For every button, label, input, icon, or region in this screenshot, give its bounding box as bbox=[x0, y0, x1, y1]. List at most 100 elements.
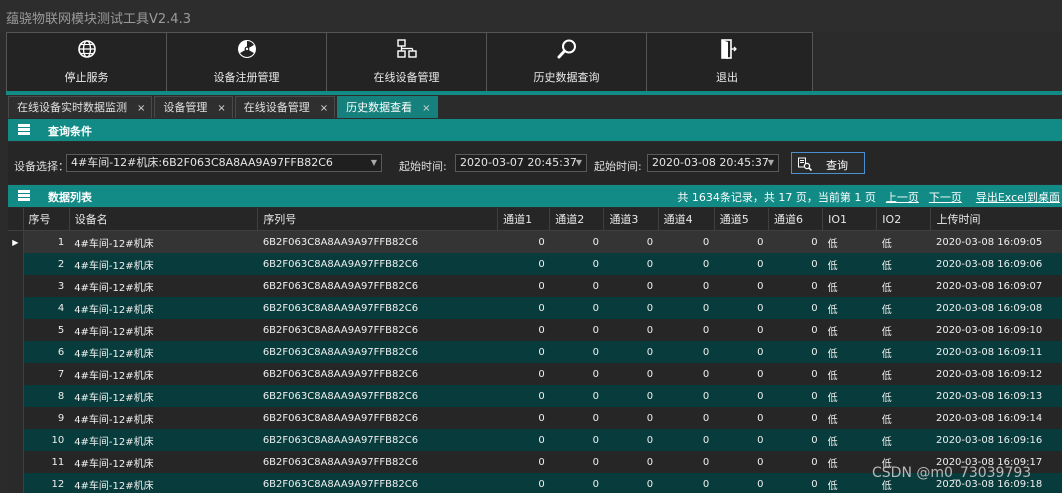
close-icon[interactable]: × bbox=[137, 103, 145, 114]
table-cell: 0 bbox=[497, 275, 550, 297]
table-cell: 6B2F063C8A8AA9A97FFB82C6 bbox=[257, 385, 498, 407]
row-header[interactable] bbox=[8, 451, 24, 473]
tab-history-view[interactable]: 历史数据查看 × bbox=[337, 96, 438, 118]
table-row[interactable]: 2 4#车间-12#机床 6B2F063C8A8AA9A97FFB82C6 0 0 0 0 0… bbox=[8, 253, 1062, 275]
table-cell: 0 bbox=[603, 297, 659, 319]
table-row[interactable]: 9 4#车间-12#机床 6B2F063C8A8AA9A97FFB82C6 0 0 0 0 0… bbox=[8, 407, 1062, 429]
table-cell: 0 bbox=[768, 451, 823, 473]
column-header[interactable]: 通道1 bbox=[497, 208, 551, 231]
table-cell: 10 bbox=[23, 429, 70, 451]
table-cell: 2020-03-08 16:09:13 bbox=[930, 385, 1062, 407]
table-row[interactable]: 8 4#车间-12#机床 6B2F063C8A8AA9A97FFB82C6 0 0 0 0 0… bbox=[8, 385, 1062, 407]
device-select[interactable]: 4#车间-12#机床:6B2F063C8A8AA9A97FFB82C6 ▼ bbox=[66, 154, 382, 172]
table-row[interactable]: 3 4#车间-12#机床 6B2F063C8A8AA9A97FFB82C6 0 0 0 0 0… bbox=[8, 275, 1062, 297]
table-cell: 4#车间-12#机床 bbox=[69, 407, 258, 429]
row-header-corner bbox=[8, 208, 24, 231]
table-cell: 0 bbox=[714, 363, 769, 385]
end-time-value: 2020-03-08 20:45:37 bbox=[652, 156, 769, 169]
tab-label: 历史数据查看 bbox=[346, 101, 413, 114]
row-header[interactable] bbox=[8, 341, 24, 363]
table-cell: 6B2F063C8A8AA9A97FFB82C6 bbox=[257, 319, 498, 341]
column-header[interactable]: 通道6 bbox=[768, 208, 824, 231]
end-time-label: 起始时间: bbox=[594, 160, 642, 173]
table-cell: 12 bbox=[23, 473, 70, 493]
table-cell: 11 bbox=[23, 451, 70, 473]
export-excel-link[interactable]: 导出Excel到桌面 bbox=[976, 191, 1060, 204]
table-cell: 0 bbox=[603, 341, 659, 363]
row-header[interactable] bbox=[8, 429, 24, 451]
column-header[interactable]: IO2 bbox=[876, 208, 932, 231]
table-cell: 0 bbox=[549, 230, 604, 253]
stop-service-button[interactable]: 停止服务 bbox=[7, 33, 167, 91]
row-header[interactable] bbox=[8, 363, 24, 385]
table-cell: 6B2F063C8A8AA9A97FFB82C6 bbox=[257, 407, 498, 429]
device-register-button[interactable]: 设备注册管理 bbox=[167, 33, 327, 91]
table-cell: 4#车间-12#机床 bbox=[69, 319, 258, 341]
table-cell: 0 bbox=[658, 341, 715, 363]
row-header[interactable] bbox=[8, 275, 24, 297]
table-row[interactable]: 5 4#车间-12#机床 6B2F063C8A8AA9A97FFB82C6 0 0 0 0 0… bbox=[8, 319, 1062, 341]
tab-device-management[interactable]: 设备管理 × bbox=[154, 96, 233, 118]
prev-page-link[interactable]: 上一页 bbox=[886, 191, 919, 204]
table-cell: 2 bbox=[23, 253, 70, 275]
tab-online-device[interactable]: 在线设备管理 × bbox=[234, 96, 336, 118]
column-header[interactable]: 通道4 bbox=[658, 208, 715, 231]
row-header[interactable] bbox=[8, 297, 24, 319]
device-register-label: 设备注册管理 bbox=[213, 71, 280, 84]
table-cell: 0 bbox=[549, 385, 604, 407]
column-header[interactable]: 序列号 bbox=[257, 208, 499, 231]
table-cell: 0 bbox=[497, 230, 550, 253]
start-time-value: 2020-03-07 20:45:37 bbox=[460, 156, 577, 169]
history-query-label: 历史数据查询 bbox=[533, 71, 600, 84]
row-header[interactable] bbox=[8, 253, 24, 275]
exit-button[interactable]: 退出 bbox=[647, 33, 807, 91]
online-device-button[interactable]: 在线设备管理 bbox=[327, 33, 487, 91]
close-icon[interactable]: × bbox=[422, 103, 430, 114]
table-row[interactable]: 10 4#车间-12#机床 6B2F063C8A8AA9A97FFB82C6 0 0 0 0… bbox=[8, 429, 1062, 451]
column-header[interactable]: IO1 bbox=[822, 208, 878, 231]
column-header[interactable]: 上传时间 bbox=[930, 208, 1062, 231]
table-cell: 0 bbox=[497, 363, 550, 385]
table-cell: 6B2F063C8A8AA9A97FFB82C6 bbox=[257, 230, 498, 253]
data-grid[interactable]: 序号 设备名 序列号 通道1 通道2 通道3 通道4 通道5 通道6 IO1 I… bbox=[8, 208, 1062, 493]
table-cell: 4 bbox=[23, 297, 70, 319]
end-time-picker[interactable]: 2020-03-08 20:45:37 ▼ bbox=[647, 154, 779, 172]
table-cell: 0 bbox=[497, 473, 550, 493]
column-header[interactable]: 通道3 bbox=[603, 208, 659, 231]
table-row[interactable]: ▶ 1 4#车间-12#机床 6B2F063C8A8AA9A97FFB82C6 0 0 0 0… bbox=[8, 230, 1062, 253]
column-header[interactable]: 序号 bbox=[23, 208, 70, 231]
table-cell: 0 bbox=[497, 429, 550, 451]
globe-icon bbox=[77, 40, 96, 58]
device-select-value: 4#车间-12#机床:6B2F063C8A8AA9A97FFB82C6 bbox=[71, 156, 333, 169]
table-row[interactable]: 7 4#车间-12#机床 6B2F063C8A8AA9A97FFB82C6 0 0 0 0 0… bbox=[8, 363, 1062, 385]
row-header[interactable] bbox=[8, 385, 24, 407]
column-header[interactable]: 设备名 bbox=[69, 208, 259, 231]
table-cell: 低 bbox=[822, 385, 877, 407]
table-cell: 6B2F063C8A8AA9A97FFB82C6 bbox=[257, 451, 498, 473]
column-header[interactable]: 通道5 bbox=[714, 208, 769, 231]
history-query-button[interactable]: 历史数据查询 bbox=[487, 33, 647, 91]
table-cell: 6B2F063C8A8AA9A97FFB82C6 bbox=[257, 473, 498, 493]
row-header[interactable] bbox=[8, 407, 24, 429]
table-cell: 0 bbox=[658, 319, 715, 341]
close-icon[interactable]: × bbox=[217, 103, 225, 114]
table-cell: 0 bbox=[603, 407, 659, 429]
table-cell: 0 bbox=[497, 451, 550, 473]
table-row[interactable]: 4 4#车间-12#机床 6B2F063C8A8AA9A97FFB82C6 0 0 0 0 0… bbox=[8, 297, 1062, 319]
table-row[interactable]: 6 4#车间-12#机床 6B2F063C8A8AA9A97FFB82C6 0 0 0 0 0… bbox=[8, 341, 1062, 363]
row-header[interactable] bbox=[8, 473, 24, 493]
tab-realtime-monitor[interactable]: 在线设备实时数据监测 × bbox=[8, 96, 153, 118]
table-cell: 0 bbox=[714, 407, 769, 429]
column-header[interactable]: 通道2 bbox=[549, 208, 605, 231]
table-cell: 2020-03-08 16:09:08 bbox=[930, 297, 1062, 319]
current-row-indicator[interactable]: ▶ bbox=[8, 230, 24, 253]
table-cell: 6B2F063C8A8AA9A97FFB82C6 bbox=[257, 341, 498, 363]
start-time-picker[interactable]: 2020-03-07 20:45:37 ▼ bbox=[455, 154, 587, 172]
next-page-link[interactable]: 下一页 bbox=[929, 191, 962, 204]
query-button[interactable]: 查询 bbox=[791, 152, 865, 174]
row-header[interactable] bbox=[8, 319, 24, 341]
table-cell: 2020-03-08 16:09:14 bbox=[930, 407, 1062, 429]
table-cell: 0 bbox=[768, 363, 823, 385]
watermark: CSDN @m0_73039793 bbox=[872, 465, 1032, 481]
close-icon[interactable]: × bbox=[320, 103, 328, 114]
